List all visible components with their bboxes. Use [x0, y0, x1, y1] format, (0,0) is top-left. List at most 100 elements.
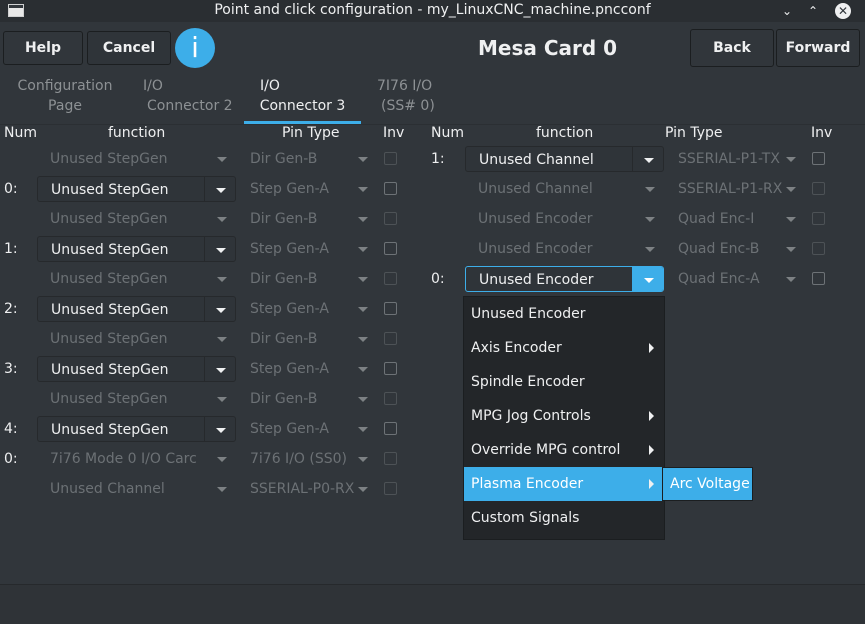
- col-header-inv-left: Inv: [383, 125, 405, 141]
- maximize-icon[interactable]: ⌃: [802, 0, 824, 22]
- invert-checkbox[interactable]: [812, 152, 825, 165]
- invert-checkbox: [384, 272, 397, 285]
- function-combo: Unused Encoder: [465, 206, 664, 232]
- function-combo: Unused StepGen: [37, 206, 236, 232]
- pin-type-combo-value: SSERIAL-P1-RX: [678, 181, 783, 197]
- pin-type-combo: Step Gen-A: [237, 176, 377, 202]
- plasma-encoder-submenu[interactable]: Arc Voltage: [662, 467, 753, 501]
- close-icon[interactable]: ✕: [835, 3, 851, 19]
- menu-item[interactable]: MPG Jog Controls: [464, 399, 664, 433]
- function-combo-value: Unused StepGen: [51, 302, 169, 318]
- pin-type-combo-value: Step Gen-A: [250, 361, 329, 377]
- chevron-down-icon: [644, 158, 654, 163]
- forward-button[interactable]: Forward: [776, 29, 860, 67]
- tab-configuration-page[interactable]: Configuration Page: [10, 76, 120, 124]
- function-combo[interactable]: Unused StepGen: [37, 296, 236, 322]
- chevron-down-icon: [358, 217, 368, 222]
- pin-type-combo-value: Step Gen-A: [250, 181, 329, 197]
- tab-io-connector-2[interactable]: I/O Connector 2: [130, 76, 245, 124]
- back-button[interactable]: Back: [690, 29, 774, 67]
- chevron-down-icon: [217, 397, 227, 402]
- pin-type-combo: Quad Enc-B: [665, 236, 805, 262]
- pin-type-combo-value: Quad Enc-I: [678, 211, 755, 227]
- tab-7i76-io[interactable]: 7I76 I/O (SS# 0): [368, 76, 438, 124]
- function-combo[interactable]: Unused Encoder: [465, 266, 664, 292]
- row-num: 2:: [4, 301, 18, 317]
- invert-checkbox: [384, 452, 397, 465]
- combo-separator: [632, 147, 633, 171]
- chevron-down-icon: [216, 308, 226, 313]
- function-combo: Unused Channel: [465, 176, 664, 202]
- invert-checkbox: [384, 212, 397, 225]
- function-combo[interactable]: Unused StepGen: [37, 416, 236, 442]
- function-combo: Unused Encoder: [465, 236, 664, 262]
- pin-type-combo: Dir Gen-B: [237, 326, 377, 352]
- function-combo[interactable]: Unused StepGen: [37, 356, 236, 382]
- function-combo-value: Unused Channel: [478, 181, 593, 197]
- chevron-down-icon: [358, 247, 368, 252]
- tab-label-line2: Connector 2: [147, 98, 233, 114]
- row-num: 3:: [4, 361, 18, 377]
- pin-type-combo-value: SSERIAL-P0-RX: [250, 481, 355, 497]
- pin-type-combo-value: Step Gen-A: [250, 301, 329, 317]
- chevron-down-icon: [786, 217, 796, 222]
- minimize-icon[interactable]: ⌄: [776, 0, 798, 22]
- submenu-item[interactable]: Arc Voltage: [663, 468, 752, 500]
- col-header-num-right: Num: [431, 125, 464, 141]
- chevron-down-icon: [358, 187, 368, 192]
- pin-type-combo-value: Dir Gen-B: [250, 331, 318, 347]
- row-num: 0:: [4, 181, 18, 197]
- menu-item[interactable]: Plasma Encoder: [464, 467, 664, 501]
- menu-item[interactable]: Spindle Encoder: [464, 365, 664, 399]
- combo-separator: [204, 357, 205, 381]
- function-combo-value: 7i76 Mode 0 I/O Carc: [50, 451, 197, 467]
- row-num: 4:: [4, 421, 18, 437]
- pin-type-combo: Step Gen-A: [237, 416, 377, 442]
- function-dropdown-menu[interactable]: Unused Encoder Axis Encoder Spindle Encode…: [463, 296, 665, 540]
- chevron-down-icon: [217, 157, 227, 162]
- pin-type-combo-value: 7i76 I/O (SS0): [250, 451, 347, 467]
- function-combo-value: Unused Encoder: [478, 241, 593, 257]
- invert-checkbox[interactable]: [384, 302, 397, 315]
- row-num: 1:: [431, 151, 445, 167]
- menu-item[interactable]: Unused Encoder: [464, 297, 664, 331]
- function-combo[interactable]: Unused Channel: [465, 146, 664, 172]
- menu-item-label: Custom Signals: [471, 510, 580, 526]
- help-button[interactable]: Help: [3, 31, 83, 65]
- invert-checkbox: [384, 152, 397, 165]
- menu-item-label: MPG Jog Controls: [471, 408, 591, 424]
- chevron-down-icon: [786, 247, 796, 252]
- menu-item[interactable]: Custom Signals: [464, 501, 664, 535]
- info-icon[interactable]: i: [175, 28, 215, 68]
- function-combo-value: Unused StepGen: [50, 151, 168, 167]
- menu-item[interactable]: Axis Encoder: [464, 331, 664, 365]
- row-num: 1:: [4, 241, 18, 257]
- function-combo-value: Unused StepGen: [50, 331, 168, 347]
- tab-io-connector-3[interactable]: I/O Connector 3: [244, 76, 361, 124]
- col-header-function-right: function: [536, 125, 594, 141]
- chevron-down-icon: [216, 188, 226, 193]
- cancel-button[interactable]: Cancel: [87, 31, 171, 65]
- invert-checkbox[interactable]: [384, 242, 397, 255]
- pin-type-combo-value: Dir Gen-B: [250, 391, 318, 407]
- function-combo[interactable]: Unused StepGen: [37, 176, 236, 202]
- invert-checkbox[interactable]: [384, 362, 397, 375]
- tab-label-line1: Configuration: [17, 78, 113, 94]
- invert-checkbox[interactable]: [384, 182, 397, 195]
- menu-item-label: Plasma Encoder: [471, 476, 584, 492]
- combo-separator: [204, 237, 205, 261]
- tab-label-line2: (SS# 0): [381, 98, 435, 114]
- chevron-down-icon: [216, 248, 226, 253]
- tab-label-line1: I/O: [143, 78, 163, 94]
- chevron-right-icon: [649, 343, 654, 353]
- function-combo-value: Unused StepGen: [50, 271, 168, 287]
- tab-label-line2: Page: [48, 98, 82, 114]
- invert-checkbox[interactable]: [384, 422, 397, 435]
- function-combo-value: Unused StepGen: [50, 211, 168, 227]
- menu-item[interactable]: Override MPG control: [464, 433, 664, 467]
- chevron-down-icon: [217, 277, 227, 282]
- invert-checkbox[interactable]: [812, 272, 825, 285]
- function-combo[interactable]: Unused StepGen: [37, 236, 236, 262]
- pin-type-combo: Quad Enc-A: [665, 266, 805, 292]
- combo-separator: [204, 177, 205, 201]
